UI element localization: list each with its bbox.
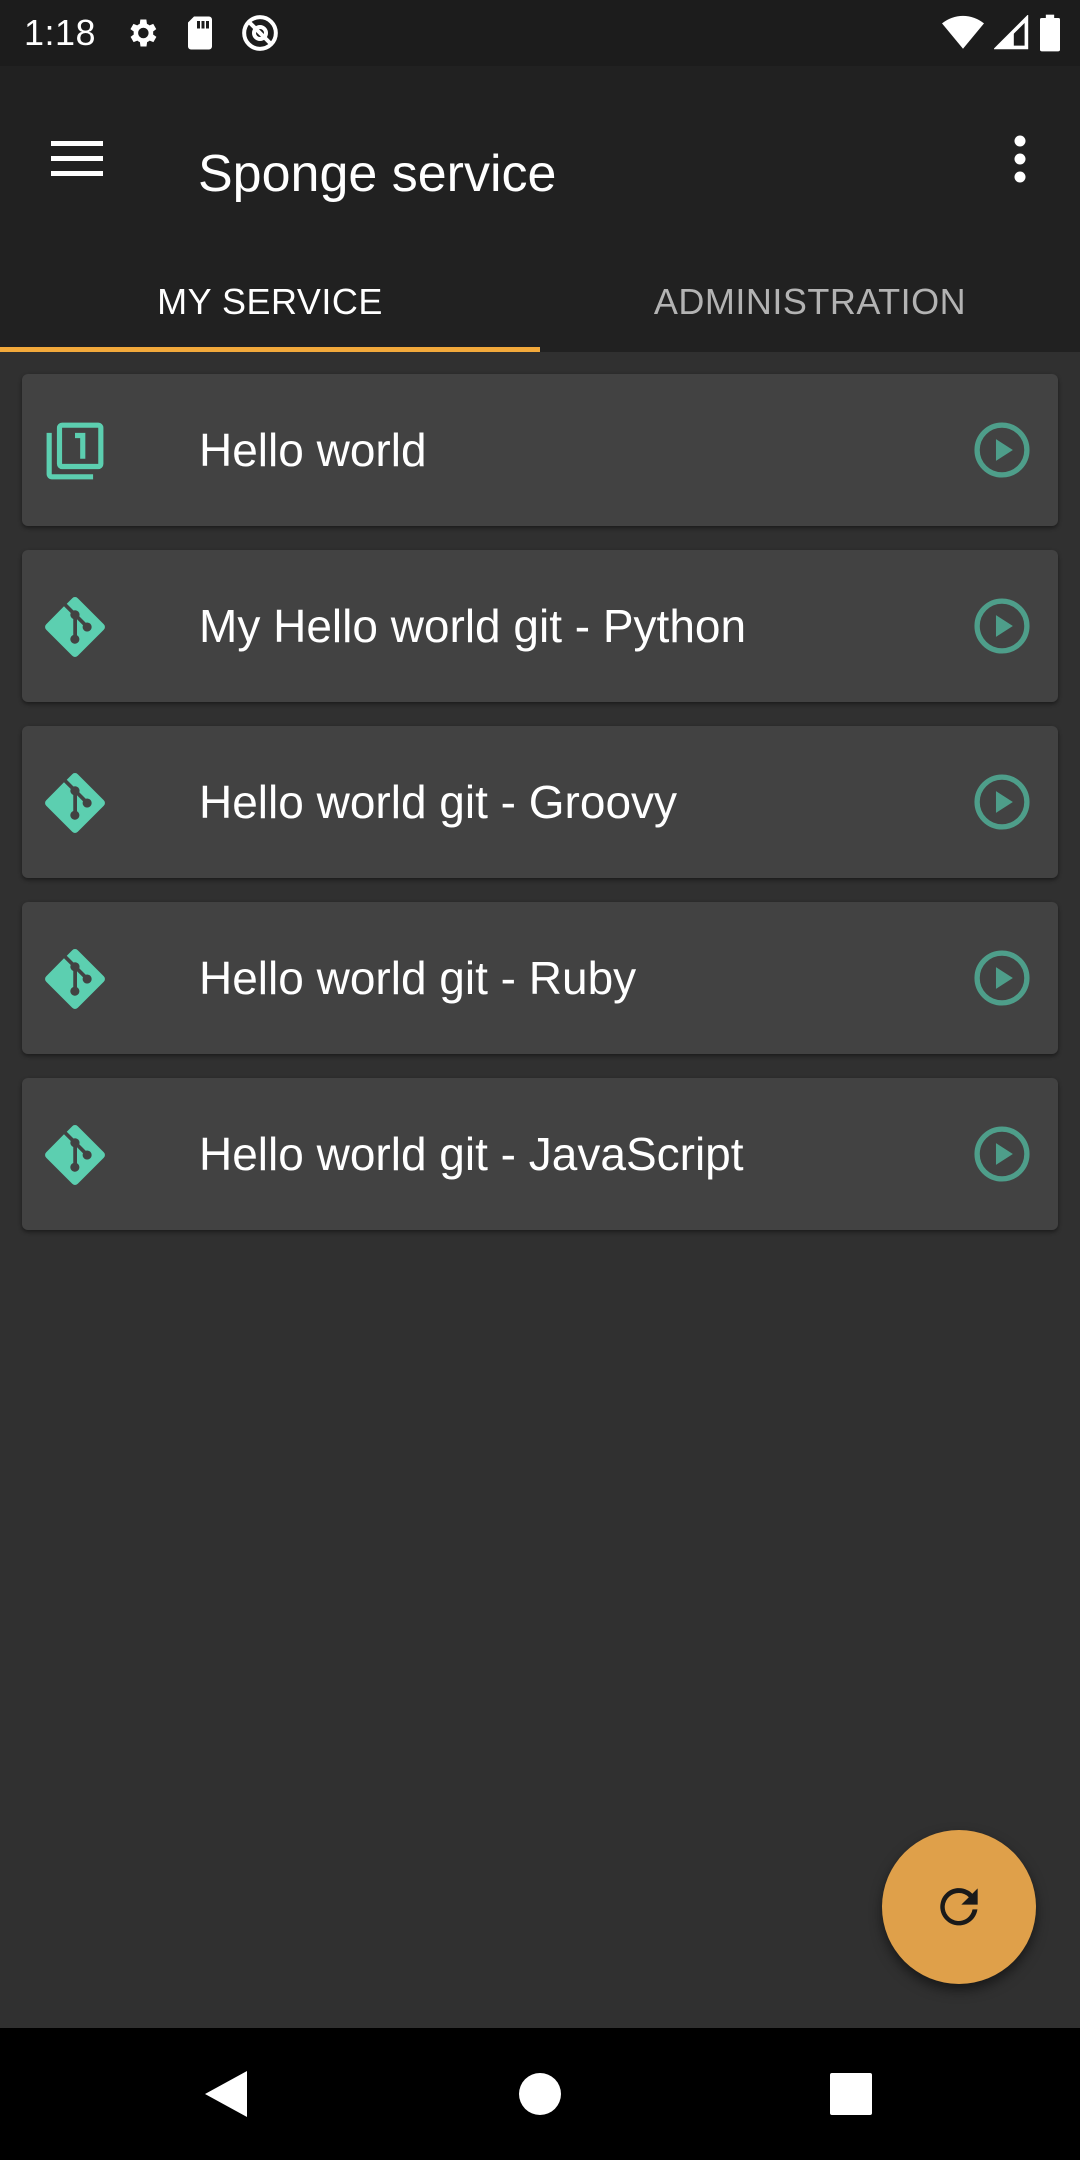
action-item[interactable]: My Hello world git - Python [22,550,1058,702]
tab-administration[interactable]: ADMINISTRATION [540,252,1080,352]
system-nav-bar [0,2028,1080,2160]
action-label: Hello world git - JavaScript [199,1128,744,1180]
cell-signal-icon [994,15,1030,51]
action-list: Hello world My Hello world git - Python … [22,374,1058,1254]
play-circle-icon[interactable] [972,1124,1032,1184]
tab-bar: MY SERVICE ADMINISTRATION [0,252,1080,352]
wifi-icon [942,15,984,51]
action-label: Hello world [199,424,427,476]
action-label: Hello world git - Ruby [199,952,637,1004]
git-icon [44,948,106,1010]
hamburger-menu-button[interactable] [34,116,120,202]
back-button[interactable] [166,2028,286,2160]
numbered-pages-icon [44,420,106,482]
battery-icon [1040,14,1060,52]
action-label: Hello world git - Groovy [199,776,678,828]
play-circle-icon[interactable] [972,596,1032,656]
hamburger-icon [51,141,103,176]
git-icon [44,1124,106,1186]
refresh-button[interactable] [882,1830,1036,1984]
play-circle-icon[interactable] [972,948,1032,1008]
recents-icon [830,2073,872,2115]
action-item[interactable]: Hello world git - JavaScript [22,1078,1058,1230]
play-circle-icon[interactable] [972,420,1032,480]
at-sign-icon [240,13,280,53]
tab-label: ADMINISTRATION [653,281,967,322]
home-button[interactable] [480,2028,600,2160]
status-bar: 1:18 [0,0,1080,66]
more-vert-icon [1014,135,1026,183]
recents-button[interactable] [791,2028,911,2160]
action-label: My Hello world git - Python [199,600,747,652]
page-title: Sponge service [198,145,557,203]
status-time: 1:18 [24,12,97,53]
git-icon [44,596,106,658]
tab-indicator [0,347,540,352]
back-icon [205,2071,247,2117]
tab-my-service[interactable]: MY SERVICE [0,252,540,352]
action-item[interactable]: Hello world git - Ruby [22,902,1058,1054]
action-item[interactable]: Hello world [22,374,1058,526]
git-icon [44,772,106,834]
app-bar: Sponge service MY SERVICE ADMINISTRATION [0,66,1080,352]
gear-icon [124,15,160,51]
action-item[interactable]: Hello world git - Groovy [22,726,1058,878]
refresh-icon [940,1888,978,1926]
home-icon [519,2073,561,2115]
sd-card-icon [184,15,216,51]
play-circle-icon[interactable] [972,772,1032,832]
overflow-menu-button[interactable] [984,116,1056,202]
tab-label: MY SERVICE [157,281,383,322]
